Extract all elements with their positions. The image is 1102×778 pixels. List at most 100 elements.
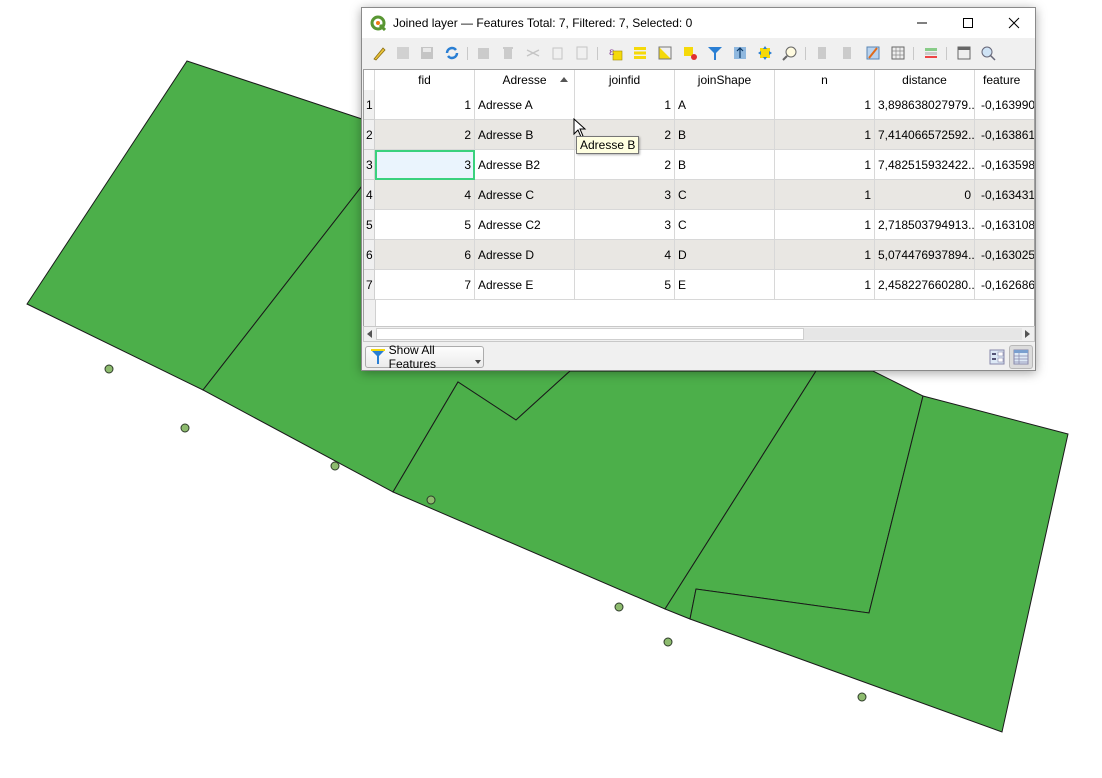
- save-edits-button[interactable]: [418, 44, 436, 62]
- cell-feature[interactable]: -0,1626864: [975, 270, 1034, 300]
- table-row[interactable]: 2 2 Adresse B 2 B 1 7,414066572592... -0,163861…: [364, 120, 1034, 150]
- deselect-all-button[interactable]: [681, 44, 699, 62]
- row-header[interactable]: 7: [364, 270, 375, 300]
- scroll-right-icon[interactable]: [1025, 330, 1031, 338]
- paste-button[interactable]: [573, 44, 591, 62]
- table-row[interactable]: 6 6 Adresse D 4 D 1 5,074476937894... -0,163025…: [364, 240, 1034, 270]
- actions-button[interactable]: [922, 44, 940, 62]
- toggle-editing-button[interactable]: [370, 44, 388, 62]
- delete-field-button[interactable]: [839, 44, 857, 62]
- cell-joinshape[interactable]: C: [675, 180, 775, 210]
- conditional-formatting-button[interactable]: [889, 44, 907, 62]
- table-row[interactable]: 7 7 Adresse E 5 E 1 2,458227660280... -0,162686…: [364, 270, 1034, 300]
- address-point[interactable]: [614, 602, 624, 612]
- cell-distance[interactable]: 7,482515932422...: [875, 150, 975, 180]
- cell-feature[interactable]: -0,1630252: [975, 240, 1034, 270]
- select-all-button[interactable]: [631, 44, 649, 62]
- cell-joinfid[interactable]: 3: [575, 180, 675, 210]
- cell-distance[interactable]: 3,898638027979...: [875, 90, 975, 120]
- reload-button[interactable]: [443, 44, 461, 62]
- cell-joinshape[interactable]: A: [675, 90, 775, 120]
- scrollbar-thumb[interactable]: [376, 328, 804, 340]
- corner-header[interactable]: [364, 70, 375, 90]
- cell-distance[interactable]: 2,718503794913...: [875, 210, 975, 240]
- cell-adresse[interactable]: Adresse C: [475, 180, 575, 210]
- invert-selection-button[interactable]: [656, 44, 674, 62]
- cell-distance[interactable]: 2,458227660280...: [875, 270, 975, 300]
- cell-n[interactable]: 1: [775, 270, 875, 300]
- address-point[interactable]: [330, 461, 340, 471]
- cell-joinshape[interactable]: C: [675, 210, 775, 240]
- cell-fid[interactable]: 1: [375, 90, 475, 120]
- scrollbar-track[interactable]: [804, 328, 1022, 340]
- identify-actions-button[interactable]: [979, 44, 997, 62]
- table-row[interactable]: 1 1 Adresse A 1 A 1 3,898638027979... -0,163990…: [364, 90, 1034, 120]
- cell-adresse[interactable]: Adresse E: [475, 270, 575, 300]
- cell-feature[interactable]: -0,1635988: [975, 150, 1034, 180]
- cell-distance[interactable]: 7,414066572592...: [875, 120, 975, 150]
- cell-fid[interactable]: 4: [375, 180, 475, 210]
- filter-features-button[interactable]: [706, 44, 724, 62]
- column-header-n[interactable]: n: [775, 70, 875, 90]
- cell-joinfid[interactable]: 5: [575, 270, 675, 300]
- delete-features-button[interactable]: [499, 44, 517, 62]
- address-point[interactable]: [180, 423, 190, 433]
- multi-edit-button[interactable]: [394, 44, 412, 62]
- cell-joinfid[interactable]: 4: [575, 240, 675, 270]
- column-header-adresse[interactable]: Adresse: [475, 70, 575, 90]
- cell-feature[interactable]: -0,1639903: [975, 90, 1034, 120]
- cell-adresse[interactable]: Adresse B: [475, 120, 575, 150]
- minimize-button[interactable]: [899, 8, 945, 38]
- show-all-features-button[interactable]: Show All Features: [365, 343, 484, 371]
- cell-n[interactable]: 1: [775, 240, 875, 270]
- column-header-joinfid[interactable]: joinfid: [575, 70, 675, 90]
- cell-adresse[interactable]: Adresse C2: [475, 210, 575, 240]
- cell-adresse[interactable]: Adresse D: [475, 240, 575, 270]
- address-point[interactable]: [663, 637, 673, 647]
- pan-to-selection-button[interactable]: [756, 44, 774, 62]
- cell-n[interactable]: 1: [775, 210, 875, 240]
- address-point[interactable]: [857, 692, 867, 702]
- cell-feature[interactable]: -0,1631087: [975, 210, 1034, 240]
- cell-joinshape[interactable]: D: [675, 240, 775, 270]
- row-header[interactable]: 1: [364, 90, 375, 120]
- column-header-distance[interactable]: distance: [875, 70, 975, 90]
- cell-fid[interactable]: 5: [375, 210, 475, 240]
- copy-button[interactable]: [548, 44, 566, 62]
- cell-n[interactable]: 1: [775, 150, 875, 180]
- cell-joinfid[interactable]: 2: [575, 150, 675, 180]
- cut-button[interactable]: [524, 44, 542, 62]
- cell-distance[interactable]: 5,074476937894...: [875, 240, 975, 270]
- selected-cell[interactable]: 3: [375, 150, 475, 180]
- maximize-button[interactable]: [945, 8, 991, 38]
- cell-fid[interactable]: 2: [375, 120, 475, 150]
- column-header-fid[interactable]: fid: [375, 70, 475, 90]
- cell-joinshape[interactable]: B: [675, 120, 775, 150]
- address-point[interactable]: [426, 495, 436, 505]
- cell-joinfid[interactable]: 3: [575, 210, 675, 240]
- cell-feature[interactable]: -0,1638613: [975, 120, 1034, 150]
- cell-distance[interactable]: 0: [875, 180, 975, 210]
- table-view-button[interactable]: [1009, 345, 1033, 369]
- form-view-button[interactable]: [989, 349, 1005, 365]
- move-selection-to-top-button[interactable]: [731, 44, 749, 62]
- cell-fid[interactable]: 7: [375, 270, 475, 300]
- row-header[interactable]: 6: [364, 240, 375, 270]
- close-button[interactable]: [991, 8, 1037, 38]
- table-row[interactable]: 3 3 Adresse B2 2 B 1 7,482515932422... -0,16359…: [364, 150, 1034, 180]
- select-by-expression-button[interactable]: ε: [606, 44, 624, 62]
- cell-joinshape[interactable]: E: [675, 270, 775, 300]
- field-calculator-button[interactable]: [864, 44, 882, 62]
- row-header[interactable]: 4: [364, 180, 375, 210]
- horizontal-scrollbar[interactable]: [363, 326, 1035, 342]
- cell-n[interactable]: 1: [775, 90, 875, 120]
- column-header-joinshape[interactable]: joinShape: [675, 70, 775, 90]
- cell-n[interactable]: 1: [775, 120, 875, 150]
- title-bar[interactable]: Joined layer — Features Total: 7, Filter…: [362, 8, 1035, 38]
- cell-feature[interactable]: -0,1634318: [975, 180, 1034, 210]
- add-feature-button[interactable]: [475, 44, 493, 62]
- zoom-to-selection-button[interactable]: [781, 44, 799, 62]
- row-header[interactable]: 2: [364, 120, 375, 150]
- row-header[interactable]: 5: [364, 210, 375, 240]
- cell-adresse[interactable]: Adresse B2: [475, 150, 575, 180]
